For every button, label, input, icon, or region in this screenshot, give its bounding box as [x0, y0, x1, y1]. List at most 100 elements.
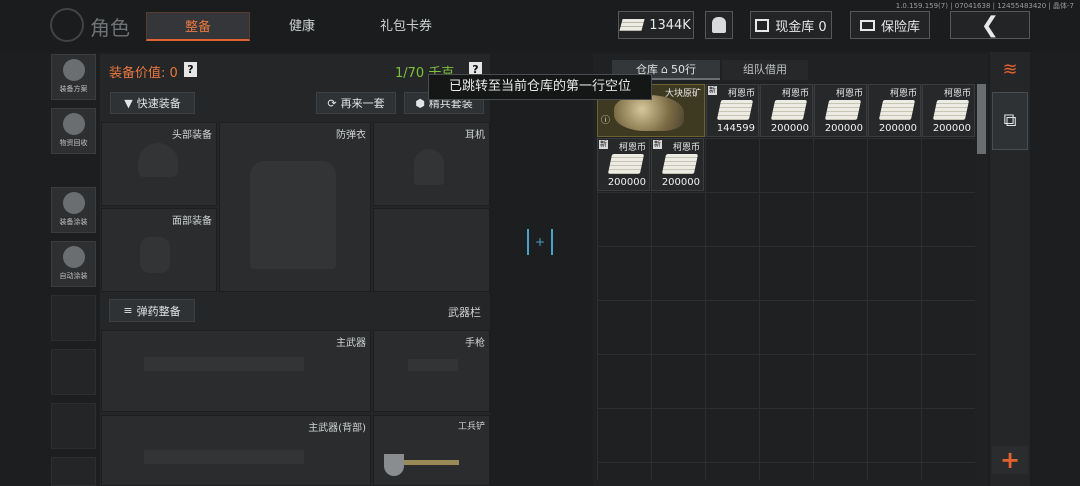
slot-label: 主武器	[336, 338, 366, 349]
item-name: 柯恩币	[781, 89, 809, 99]
shovel-handle	[404, 460, 459, 465]
add-button[interactable]: +	[992, 446, 1028, 474]
banknote-icon	[878, 100, 916, 120]
warehouse-scrollbar[interactable]	[977, 84, 986, 154]
banknote-icon	[716, 100, 754, 120]
item-quantity: 200000	[661, 177, 700, 188]
slot-headset[interactable]: 耳机	[373, 122, 490, 206]
recycle-icon	[62, 113, 85, 135]
item-quantity: 200000	[607, 177, 646, 188]
sidebar-item-auto-spray[interactable]: 自动涂装	[51, 241, 96, 287]
sidebar-item-loadout[interactable]: 装备方案	[51, 54, 96, 100]
warehouse-item-coin[interactable]: 柯恩币 200000	[922, 84, 975, 137]
warehouse-item-coin[interactable]: 新 柯恩币 144599	[706, 84, 759, 137]
safe-button[interactable]: 保险库	[850, 11, 930, 39]
banknote-icon	[770, 100, 808, 120]
shovel-icon	[384, 454, 404, 476]
row-count-badge: 50行	[670, 63, 696, 76]
slot-shovel[interactable]: 工兵铲	[373, 415, 490, 486]
sidebar-empty-slot	[51, 403, 96, 449]
slot-face[interactable]: 面部装备	[101, 208, 217, 292]
item-name: 大块原矿	[664, 89, 701, 99]
new-badge: 新	[599, 140, 608, 149]
build-info: 1.0.159.159(7) | 07041638 | 12455483420 …	[895, 2, 1074, 10]
cash-vault-label: 现金库 0	[775, 19, 827, 35]
currency-display[interactable]: 1344K	[618, 11, 694, 39]
ammo-prep-button[interactable]: ≡ 弹药整备	[109, 299, 195, 322]
slot-head[interactable]: 头部装备	[101, 122, 217, 206]
tab-gift-cards[interactable]: 礼包卡券	[354, 12, 458, 41]
cash-vault-button[interactable]: 现金库 0	[750, 11, 832, 39]
sidebar-item-label: 物资回收	[59, 139, 88, 147]
soldier-profile-button[interactable]	[705, 11, 733, 39]
slot-label: 头部装备	[172, 130, 212, 141]
safe-icon	[859, 19, 875, 31]
gear-loadout-icon	[62, 59, 85, 81]
sidebar-item-spray[interactable]: 装备涂装	[51, 187, 96, 233]
warehouse-item-coin[interactable]: 柯恩币 200000	[868, 84, 921, 137]
sort-stack-button[interactable]: ⧉	[992, 92, 1028, 150]
item-name: 柯恩币	[889, 89, 917, 99]
slot-pistol[interactable]: 手枪	[373, 330, 490, 412]
equipment-value: 装备价值: 0	[109, 66, 178, 81]
shirt-icon: ▼	[124, 96, 133, 110]
warehouse-item-coin[interactable]: 新 柯恩币 200000	[597, 138, 650, 191]
sidebar-item-recycle[interactable]: 物资回收	[51, 108, 96, 154]
warehouse-item-coin[interactable]: 柯恩币 200000	[814, 84, 867, 137]
item-name: 柯恩币	[727, 89, 755, 99]
slot-primary-back[interactable]: 主武器(背部)	[101, 415, 371, 486]
info-icon: ⓘ	[601, 116, 611, 126]
item-name: 柯恩币	[835, 89, 863, 99]
slot-armor[interactable]: 防弹衣	[219, 122, 371, 292]
quick-equip-label: 快速装备	[136, 97, 181, 110]
slot-primary-weapon[interactable]: 主武器	[101, 330, 371, 412]
plus-icon: +	[999, 446, 1021, 474]
item-quantity: 200000	[932, 123, 971, 134]
tab-equip[interactable]: 整备	[146, 12, 250, 41]
banknote-icon	[607, 154, 645, 174]
game-logo-icon	[50, 8, 84, 42]
ammo-prep-label: 弹药整备	[136, 304, 181, 318]
warehouse-item-coin[interactable]: 新 柯恩币 200000	[651, 138, 704, 191]
slot-label: 防弹衣	[336, 130, 366, 141]
new-badge: 新	[708, 86, 717, 95]
helmet-icon	[138, 143, 178, 177]
slot-label: 耳机	[465, 130, 485, 141]
vest-icon	[250, 161, 336, 269]
refresh-icon: ⟳	[327, 96, 337, 110]
slot-label: 主武器(背部)	[308, 423, 366, 434]
sidebar-empty-slot	[51, 457, 96, 486]
ammo-icon: ≡	[123, 304, 133, 317]
banknote-icon	[824, 100, 862, 120]
chevron-left-icon: ❮	[980, 12, 1000, 38]
tab-health[interactable]: 健康	[254, 12, 350, 41]
layers-refresh-icon[interactable]: ≋	[994, 56, 1026, 84]
page-title: 角色	[90, 16, 130, 40]
crosshair-icon: +	[527, 229, 553, 255]
shield-icon: ⬢	[415, 96, 425, 110]
sidebar-item-label: 装备方案	[59, 85, 88, 93]
sidebar-item-label: 自动涂装	[59, 272, 88, 280]
redo-loadout-button[interactable]: ⟳ 再来一套	[316, 92, 396, 114]
auto-spray-icon	[62, 246, 85, 268]
item-name: 柯恩币	[618, 143, 646, 153]
value-help-icon[interactable]: ?	[184, 62, 197, 77]
slot-label: 面部装备	[172, 216, 212, 227]
banknote-icon	[619, 19, 645, 31]
slot-extra[interactable]	[373, 208, 490, 292]
tab-team-borrow[interactable]: 组队借用	[722, 60, 808, 80]
item-name: 柯恩币	[672, 143, 700, 153]
item-quantity: 200000	[770, 123, 809, 134]
quick-equip-button[interactable]: ▼ 快速装备	[110, 92, 195, 114]
back-button[interactable]: ❮	[950, 11, 1030, 39]
banknote-icon	[661, 154, 699, 174]
currency-amount: 1344K	[649, 17, 691, 33]
home-icon: ⌂	[661, 62, 668, 76]
rifle-icon	[144, 450, 304, 464]
warehouse-item-coin[interactable]: 柯恩币 200000	[760, 84, 813, 137]
ore-icon	[614, 95, 684, 131]
rifle-icon	[144, 357, 304, 371]
item-quantity: 200000	[824, 123, 863, 134]
gas-mask-icon	[140, 237, 170, 273]
new-badge: 新	[653, 140, 662, 149]
